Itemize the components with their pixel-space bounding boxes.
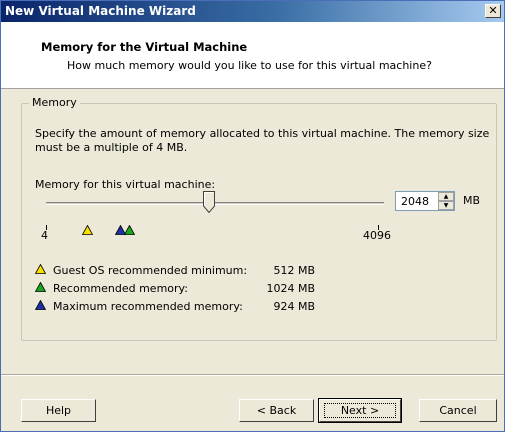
arrow-down-icon: ▼ xyxy=(443,202,449,209)
window-title: New Virtual Machine Wizard xyxy=(5,4,196,18)
yellow-triangle-icon xyxy=(82,225,93,235)
spin-down-button[interactable]: ▼ xyxy=(438,201,454,210)
green-triangle-icon xyxy=(124,225,135,235)
back-button[interactable]: < Back xyxy=(239,399,314,422)
help-button[interactable]: Help xyxy=(21,399,96,422)
page-title: Memory for the Virtual Machine xyxy=(41,40,248,54)
memory-slider-track[interactable] xyxy=(46,202,384,205)
memory-description: Specify the amount of memory allocated t… xyxy=(35,127,490,154)
legend-value: 924 MB xyxy=(273,300,315,313)
memory-unit-label: MB xyxy=(463,194,481,207)
spin-up-button[interactable]: ▲ xyxy=(438,192,454,201)
legend-value: 1024 MB xyxy=(266,282,315,295)
yellow-triangle-icon xyxy=(35,264,46,274)
memory-slider-thumb[interactable] xyxy=(203,191,215,213)
slider-max-label: 4096 xyxy=(363,229,391,242)
legend-label: Guest OS recommended minimum: xyxy=(53,264,248,277)
slider-min-label: 4 xyxy=(41,229,48,242)
close-icon: ✕ xyxy=(488,4,498,17)
blue-triangle-icon xyxy=(35,300,46,310)
memory-field-label: Memory for this virtual machine: xyxy=(35,178,216,191)
page-subtitle: How much memory would you like to use fo… xyxy=(67,59,432,72)
focus-rect xyxy=(324,403,396,418)
legend-value: 512 MB xyxy=(273,264,315,277)
memory-group-label: Memory xyxy=(29,96,80,109)
memory-spin-input[interactable]: 2048 ▲ ▼ xyxy=(395,191,455,211)
legend-label: Maximum recommended memory: xyxy=(53,300,243,313)
legend-label: Recommended memory: xyxy=(53,282,188,295)
wizard-header: Memory for the Virtual Machine How much … xyxy=(1,22,504,89)
next-button[interactable]: Next > xyxy=(318,398,402,423)
wizard-window: New Virtual Machine Wizard ✕ Memory for … xyxy=(0,0,505,432)
green-triangle-icon xyxy=(35,282,46,292)
close-button[interactable]: ✕ xyxy=(485,4,501,18)
cancel-button[interactable]: Cancel xyxy=(419,399,497,422)
title-bar: New Virtual Machine Wizard ✕ xyxy=(1,1,504,22)
arrow-up-icon: ▲ xyxy=(443,193,449,200)
button-separator xyxy=(1,374,504,376)
memory-spin-value[interactable]: 2048 xyxy=(401,195,429,208)
